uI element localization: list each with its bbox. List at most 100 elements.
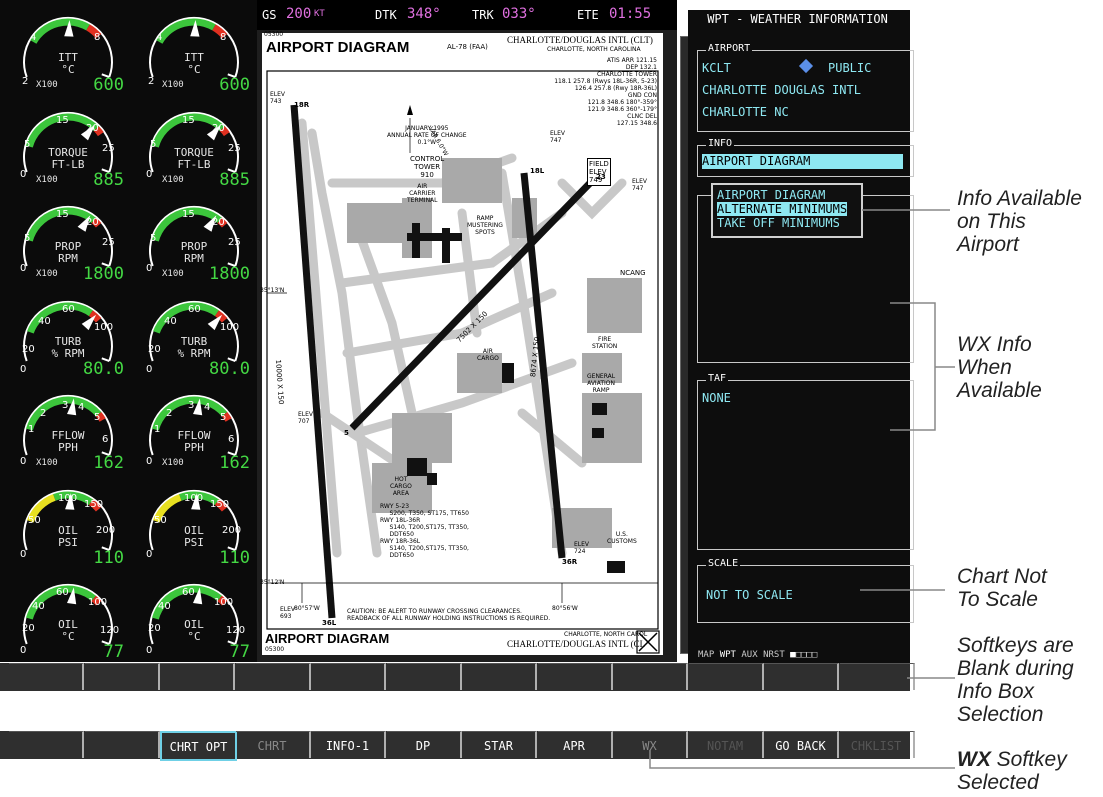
softkey-blank[interactable] <box>839 663 915 690</box>
gauge-tick-label: 40 <box>38 315 51 327</box>
callout-wx-line2: Selected <box>957 771 1039 794</box>
engine-gauge: 3 4 2 5 1 6 0 FFLOW PPH X100 162 <box>8 382 126 473</box>
airport-box: AIRPORT KCLT PUBLIC CHARLOTTE DOUGLAS IN… <box>697 43 914 132</box>
gauge-multiplier: X100 <box>162 80 184 90</box>
softkey-blank[interactable] <box>386 663 462 690</box>
engine-indication-system: 4 8 2 ITT °C X100 600 4 8 2 ITT °C X100 600 15 20 25 5 0… <box>0 0 257 662</box>
softkey-info-1[interactable]: INFO-1 <box>311 731 386 758</box>
softkey-blank[interactable] <box>613 663 688 690</box>
gs-unit: KT <box>314 9 325 19</box>
gs-value: 200 <box>286 6 312 22</box>
gauge-label: OIL PSI <box>184 523 204 549</box>
runway-label-18l: 18L <box>530 167 545 175</box>
softkey-apr[interactable]: APR <box>537 731 613 758</box>
softkey-blank[interactable] <box>537 663 613 690</box>
gauge-multiplier: X100 <box>162 174 184 185</box>
gauge-value: 600 <box>219 75 250 95</box>
gauge-value: 80.0 <box>209 358 250 379</box>
taf-value: NONE <box>702 391 731 405</box>
chart-title: AIRPORT DIAGRAM <box>266 39 410 56</box>
gauge-tick-label: 100 <box>220 321 240 333</box>
softkey-blank[interactable] <box>160 663 235 690</box>
runway-label-36l: 36L <box>322 619 337 627</box>
airport-name: CHARLOTTE DOUGLAS INTL <box>702 83 861 97</box>
air-carrier-terminal: AIR CARRIER TERMINAL <box>407 183 438 204</box>
page-group-wpt: WPT <box>719 650 736 660</box>
engine-gauge: 15 20 25 5 0 TORQUE FT-LB X100 885 <box>134 99 252 190</box>
gauge-tick-label: 40 <box>164 315 177 327</box>
customs: U.S. CUSTOMS <box>607 531 637 545</box>
lon-east: 80°56'W <box>552 605 578 612</box>
elev-nc: ELEV 747 <box>550 130 566 144</box>
gauge-value: 162 <box>93 453 124 473</box>
softkey-blank[interactable] <box>9 731 84 758</box>
page-group-indicator: MAP WPT AUX NRST ■□□□□ <box>698 650 817 660</box>
softkey-dp[interactable]: DP <box>386 731 462 758</box>
softkey-blank[interactable] <box>84 731 160 758</box>
softkey-row-blank <box>0 663 915 691</box>
gauge-value: 162 <box>219 453 250 473</box>
gauge-tick-label: 8 <box>94 32 101 43</box>
chart-frequency-line: CLNC DEL <box>627 113 657 120</box>
softkey-chrt[interactable]: CHRT <box>235 731 311 758</box>
gauge-label: TORQUE FT-LB <box>48 145 88 171</box>
gauge-label: PROP RPM <box>54 240 82 265</box>
softkey-blank[interactable] <box>311 663 386 690</box>
softkey-blank[interactable] <box>462 663 537 690</box>
softkey-chrt-opt[interactable]: CHRT OPT <box>160 731 237 761</box>
footer-code: 05300 <box>265 646 285 653</box>
chart-frequency-line: 121.9 348.6 360°-179° <box>587 106 657 113</box>
softkey-blank[interactable] <box>235 663 311 690</box>
chart-frequency-line: 118.1 257.8 (Rwys 18L-36R, 5-23) <box>554 78 657 85</box>
gauge-multiplier: X100 <box>36 269 58 279</box>
nav-data-bar: GS 200 KT DTK 348° TRK 033° ETE 01:55 <box>257 0 677 30</box>
airport-diagram-chart[interactable]: 05300 AIRPORT DIAGRAM AL-78 (FAA) CHARLO… <box>260 31 663 655</box>
gs-label: GS <box>262 8 277 22</box>
panel-title: WPT - WEATHER INFORMATION <box>707 12 888 26</box>
footer-airport: CHARLOTTE/DOUGLAS INTL (CL <box>507 639 646 649</box>
chart-code: 05300 <box>264 31 284 38</box>
gauge-label: PROP RPM <box>180 240 208 265</box>
engine-gauge: 4 8 2 ITT °C X100 600 <box>134 4 252 95</box>
gauge-multiplier: X100 <box>162 269 184 279</box>
softkey-blank[interactable] <box>764 663 839 690</box>
gauge-value: 885 <box>219 169 250 190</box>
runway-weight-note: RWY 5-23 S200, T350, ST175, TT650 RWY 18… <box>380 503 469 559</box>
softkey-blank[interactable] <box>688 663 764 690</box>
gauge-tick-label: 20 <box>86 122 99 134</box>
field-elev: FIELD ELEV 749 <box>587 158 611 186</box>
chart-faa-id: AL-78 (FAA) <box>447 43 488 51</box>
chart-frequency-line: 127.15 348.6 <box>616 120 657 127</box>
gauge-tick-label: 15 <box>56 209 69 220</box>
softkey-blank[interactable] <box>9 663 84 690</box>
gauge-tick-label: 3 <box>62 400 69 411</box>
softkey-go-back[interactable]: GO BACK <box>764 731 839 758</box>
chart-frequency-line: DEP 132.1 <box>625 64 657 71</box>
option-take-off-minimums[interactable]: TAKE OFF MINIMUMS <box>717 216 840 230</box>
elev-se: ELEV 724 <box>574 541 590 555</box>
gauge-value: 110 <box>93 547 124 568</box>
option-alternate-minimums[interactable]: ALTERNATE MINIMUMS <box>717 202 848 216</box>
gauge-tick-label: 60 <box>188 303 201 315</box>
airport-usage: PUBLIC <box>828 61 872 75</box>
softkey-chklist[interactable]: CHKLIST <box>839 731 915 758</box>
option-airport-diagram[interactable]: AIRPORT DIAGRAM <box>717 188 825 202</box>
gauge-tick-label: 20 <box>212 217 225 228</box>
softkey-blank[interactable] <box>84 663 160 690</box>
softkey-star[interactable]: STAR <box>462 731 537 758</box>
ete-value: 01:55 <box>609 6 652 22</box>
runway-label-5: 5 <box>344 429 349 437</box>
gauge-tick-label: 0 <box>146 168 153 180</box>
engine-gauge: 100 150 50 200 0 OIL PSI 110 <box>134 477 252 568</box>
softkey-notam[interactable]: NOTAM <box>688 731 764 758</box>
airport-ident[interactable]: KCLT <box>702 61 731 75</box>
gauge-tick-label: 60 <box>56 587 69 598</box>
info-selector-field[interactable]: AIRPORT DIAGRAM <box>702 154 903 169</box>
page-position-icon: □□□□ <box>795 650 818 660</box>
taf-box-label: TAF <box>706 373 729 384</box>
callout-wx-bold: WX <box>957 748 991 771</box>
page-group-aux: AUX <box>741 650 758 660</box>
dtk-label: DTK <box>375 8 397 22</box>
softkey-wx[interactable]: WX <box>613 731 688 758</box>
gauge-tick-label: 2 <box>166 408 173 419</box>
